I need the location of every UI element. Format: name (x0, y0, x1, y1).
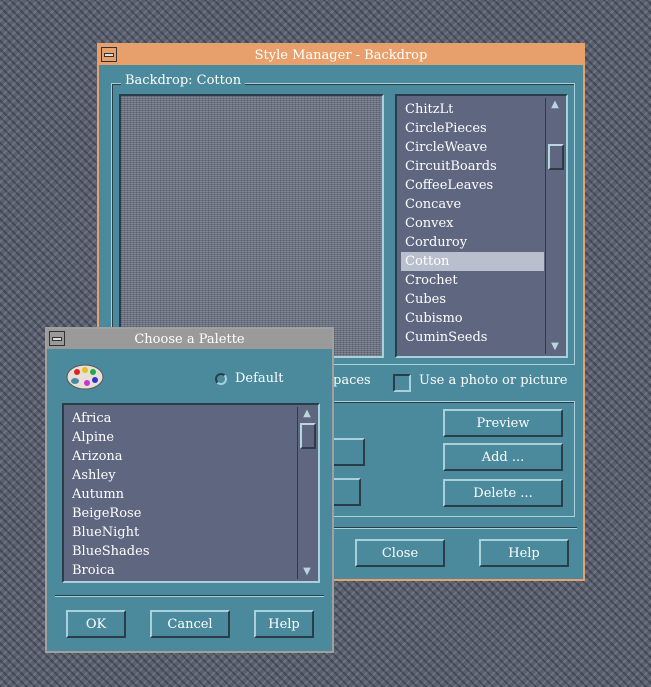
list-item[interactable]: CuminSeeds (401, 328, 544, 347)
default-radio-label: Default (235, 371, 284, 386)
list-item[interactable]: Crochet (401, 271, 544, 290)
list-item[interactable]: Concave (401, 195, 544, 214)
scroll-up-icon[interactable]: ▲ (548, 98, 562, 112)
style-manager-titlebar[interactable]: Style Manager - Backdrop (99, 45, 583, 65)
list-item[interactable]: CoffeeLeaves (401, 176, 544, 195)
palette-icon (65, 363, 105, 395)
list-item[interactable]: BeigeRose (68, 504, 296, 523)
window-menu-button[interactable] (49, 331, 65, 346)
backdrop-frame-label: Backdrop: Cotton (121, 73, 246, 88)
scroll-up-icon[interactable]: ▲ (300, 407, 314, 421)
help-button[interactable]: Help (254, 610, 314, 638)
photo-checkbox[interactable] (393, 374, 411, 392)
palette-list[interactable]: Africa Alpine Arizona Ashley Autumn BeigeRose… (62, 403, 320, 583)
list-item[interactable]: Cubes (401, 290, 544, 309)
scroll-down-icon[interactable]: ▼ (548, 340, 562, 354)
cancel-button[interactable]: Cancel (150, 610, 230, 638)
list-item[interactable]: CircleWeave (401, 138, 544, 157)
list-item[interactable]: CirclePieces (401, 119, 544, 138)
list-item[interactable]: Arizona (68, 447, 296, 466)
workspaces-label-partial: paces (333, 373, 371, 388)
palette-dialog-title: Choose a Palette (134, 331, 245, 347)
palette-dialog: Choose a Palette Default Africa Alpine Ari… (45, 327, 334, 653)
separator (55, 595, 324, 597)
list-item[interactable]: CircuitBoards (401, 157, 544, 176)
close-button[interactable]: Close (355, 539, 445, 567)
list-item[interactable]: Broica (68, 561, 296, 580)
list-item[interactable]: Autumn (68, 485, 296, 504)
list-item[interactable]: Alpine (68, 428, 296, 447)
default-radio[interactable] (215, 373, 227, 385)
window-menu-button[interactable] (101, 47, 117, 62)
list-item[interactable]: Africa (68, 409, 296, 428)
list-item[interactable]: BlueNight (68, 523, 296, 542)
list-item[interactable]: ChitzLt (401, 100, 544, 119)
palette-scrollbar[interactable]: ▲ ▼ (297, 407, 316, 579)
ok-button[interactable]: OK (66, 610, 126, 638)
backdrop-list[interactable]: ChitzLt CirclePieces CircleWeave CircuitBoa… (395, 94, 568, 358)
style-manager-title: Style Manager - Backdrop (254, 47, 428, 63)
backdrop-preview (119, 94, 384, 358)
add-button[interactable]: Add ... (443, 443, 563, 471)
photo-checkbox-label: Use a photo or picture (419, 373, 568, 388)
preview-button[interactable]: Preview (443, 409, 563, 437)
list-item[interactable]: BlueShades (68, 542, 296, 561)
scroll-thumb[interactable] (300, 423, 316, 449)
list-item[interactable]: Cubismo (401, 309, 544, 328)
backdrop-scrollbar[interactable]: ▲ ▼ (545, 98, 564, 354)
scroll-thumb[interactable] (548, 144, 564, 170)
list-item[interactable]: Ashley (68, 466, 296, 485)
delete-button[interactable]: Delete ... (443, 479, 563, 507)
help-button[interactable]: Help (479, 539, 569, 567)
scroll-down-icon[interactable]: ▼ (300, 565, 314, 579)
list-item[interactable]: Convex (401, 214, 544, 233)
palette-dialog-titlebar[interactable]: Choose a Palette (47, 329, 332, 349)
list-item[interactable]: Corduroy (401, 233, 544, 252)
list-item[interactable]: Cotton (401, 252, 544, 271)
